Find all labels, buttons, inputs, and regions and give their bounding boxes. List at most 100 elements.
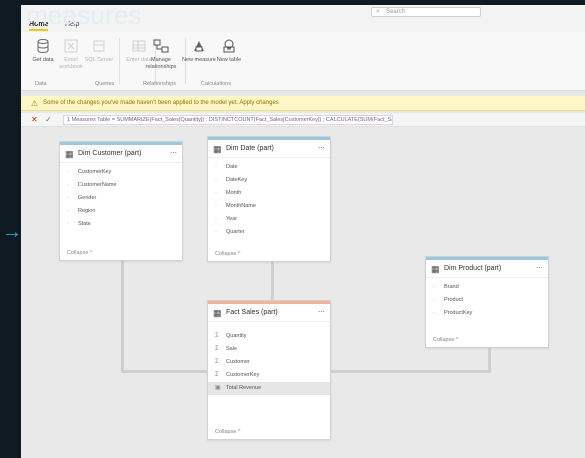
ribbon-group-queries: Queries	[95, 81, 115, 87]
table-name: Fact Sales (part)	[226, 309, 278, 316]
field-item[interactable]: · State	[60, 218, 182, 231]
field-item[interactable]: · Brand	[426, 281, 548, 294]
model-diagram-canvas[interactable]: ▦ Dim Customer (part) ⋯ · CustomerKey · Cu…	[21, 128, 585, 458]
field-item-selected[interactable]: ▣ Total Revenue	[208, 382, 330, 395]
field-list: · CustomerKey · CustomerName · Gender · Regi…	[60, 163, 182, 231]
field-icon: ·	[67, 195, 69, 201]
ribbon-group-calculations: Calculations	[201, 81, 231, 87]
measure-icon: ▣	[215, 385, 221, 391]
overlay-title: measures	[26, 0, 142, 30]
field-list: Σ Quantity Σ Sale Σ Customer Σ CustomerKey ▣…	[208, 322, 330, 395]
field-icon: ·	[67, 182, 69, 188]
field-item[interactable]: · CustomerKey	[60, 166, 182, 179]
field-icon: ·	[433, 297, 435, 303]
field-name: Gender	[78, 195, 97, 201]
field-item[interactable]: · Gender	[60, 192, 182, 205]
relationship-line[interactable]	[121, 370, 209, 373]
pending-changes-text[interactable]: Some of the changes you've made haven't …	[43, 100, 279, 106]
sql-server-button[interactable]: SQL Server	[81, 38, 117, 64]
table-card-header[interactable]: ▦ Dim Product (part) ⋯	[426, 260, 548, 278]
relationship-line[interactable]	[271, 262, 274, 302]
relationship-line[interactable]	[121, 258, 124, 373]
field-item[interactable]: · Region	[60, 205, 182, 218]
table-name: Dim Customer (part)	[78, 150, 142, 157]
field-name: ProductKey	[444, 310, 473, 316]
new-table-icon	[223, 39, 235, 53]
table-card-fact-sales[interactable]: ▦ Fact Sales (part) ⋯ Σ Quantity Σ Sale Σ C…	[207, 300, 331, 440]
field-icon: Σ	[215, 359, 219, 365]
field-name: Product	[444, 297, 463, 303]
ribbon-separator	[119, 38, 120, 84]
field-item[interactable]: · Year	[208, 213, 330, 226]
field-item[interactable]: · ProductKey	[426, 307, 548, 320]
field-item[interactable]: · MonthName	[208, 200, 330, 213]
table-card-dim-customer[interactable]: ▦ Dim Customer (part) ⋯ · CustomerKey · Cu…	[59, 141, 183, 261]
warning-icon: ⚠	[31, 99, 39, 108]
more-options-icon[interactable]: ⋯	[536, 264, 543, 272]
field-name: Region	[78, 208, 96, 214]
field-item[interactable]: Σ Quantity	[208, 330, 330, 343]
field-list: · Brand · Product · ProductKey	[426, 278, 548, 320]
table-icon: ▦	[213, 144, 222, 154]
field-icon: ·	[67, 169, 69, 175]
field-item[interactable]: · Date	[208, 161, 330, 174]
field-icon: ·	[67, 221, 69, 227]
field-name: Total Revenue	[226, 385, 262, 391]
search-box[interactable]: ⌕ Search	[371, 7, 481, 17]
field-icon: ·	[215, 164, 217, 170]
field-item[interactable]: Σ CustomerKey	[208, 369, 330, 382]
table-card-header[interactable]: ▦ Dim Date (part) ⋯	[208, 140, 330, 158]
field-name: CustomerName	[78, 182, 117, 188]
field-icon: Σ	[215, 346, 219, 352]
database-icon	[37, 39, 49, 54]
power-bi-window: ⌕ Search Home Help Get data Excel workbo…	[21, 5, 585, 458]
manage-relationships-label: Manage relationships	[145, 57, 177, 70]
field-name: CustomerKey	[78, 169, 112, 175]
table-name: Dim Date (part)	[226, 145, 274, 152]
table-name: Dim Product (part)	[444, 265, 502, 272]
more-options-icon[interactable]: ⋯	[318, 308, 325, 316]
collapse-button[interactable]: Collapse ^	[215, 429, 241, 435]
relationship-line[interactable]	[488, 346, 491, 373]
field-icon: ·	[433, 310, 435, 316]
field-item[interactable]: · CustomerName	[60, 179, 182, 192]
table-card-dim-date[interactable]: ▦ Dim Date (part) ⋯ · Date · DateKey · Mont…	[207, 136, 331, 262]
more-options-icon[interactable]: ⋯	[318, 144, 325, 152]
table-card-dim-product[interactable]: ▦ Dim Product (part) ⋯ · Brand · Product ·…	[425, 256, 549, 348]
calculator-icon	[194, 41, 204, 52]
commit-formula-icon[interactable]: ✓	[45, 115, 52, 124]
field-item[interactable]: · Quarter	[208, 226, 330, 239]
field-item[interactable]: · DateKey	[208, 174, 330, 187]
field-item[interactable]: · Product	[426, 294, 548, 307]
field-icon: ·	[215, 229, 217, 235]
field-icon: Σ	[215, 333, 219, 339]
table-card-header[interactable]: ▦ Dim Customer (part) ⋯	[60, 145, 182, 163]
cancel-formula-icon[interactable]: ✕	[31, 115, 38, 124]
new-table-button[interactable]: New table	[211, 38, 247, 64]
collapse-button[interactable]: Collapse ^	[433, 337, 459, 343]
collapse-button[interactable]: Collapse ^	[215, 251, 241, 257]
field-name: MonthName	[226, 203, 256, 209]
collapse-button[interactable]: Collapse ^	[67, 250, 93, 256]
field-item[interactable]: · Month	[208, 187, 330, 200]
table-card-header[interactable]: ▦ Fact Sales (part) ⋯	[208, 304, 330, 322]
field-name: Brand	[444, 284, 459, 290]
field-name: Year	[226, 216, 238, 222]
relationship-line[interactable]	[331, 370, 491, 373]
ribbon-group-relationships: Relationships	[143, 81, 177, 87]
table-icon: ▦	[65, 149, 74, 159]
field-name: Sale	[226, 346, 238, 352]
more-options-icon[interactable]: ⋯	[170, 149, 177, 157]
formula-input[interactable]: 1 Measures Table = SUMMARIZE(Fact_Sales[…	[63, 115, 393, 125]
field-item[interactable]: Σ Customer	[208, 356, 330, 369]
field-name: CustomerKey	[226, 372, 260, 378]
field-item[interactable]: Σ Sale	[208, 343, 330, 356]
field-icon: ·	[433, 284, 435, 290]
ribbon: Get data Excel workbook SQL Server Enter…	[21, 32, 585, 91]
field-name: Quarter	[226, 229, 245, 235]
table-icon: ▦	[213, 308, 222, 318]
manage-relationships-button[interactable]: Manage relationships	[139, 38, 183, 71]
ribbon-group-data: Data	[35, 81, 47, 87]
new-table-label: New table	[216, 57, 242, 63]
relationship-icon	[153, 39, 169, 53]
